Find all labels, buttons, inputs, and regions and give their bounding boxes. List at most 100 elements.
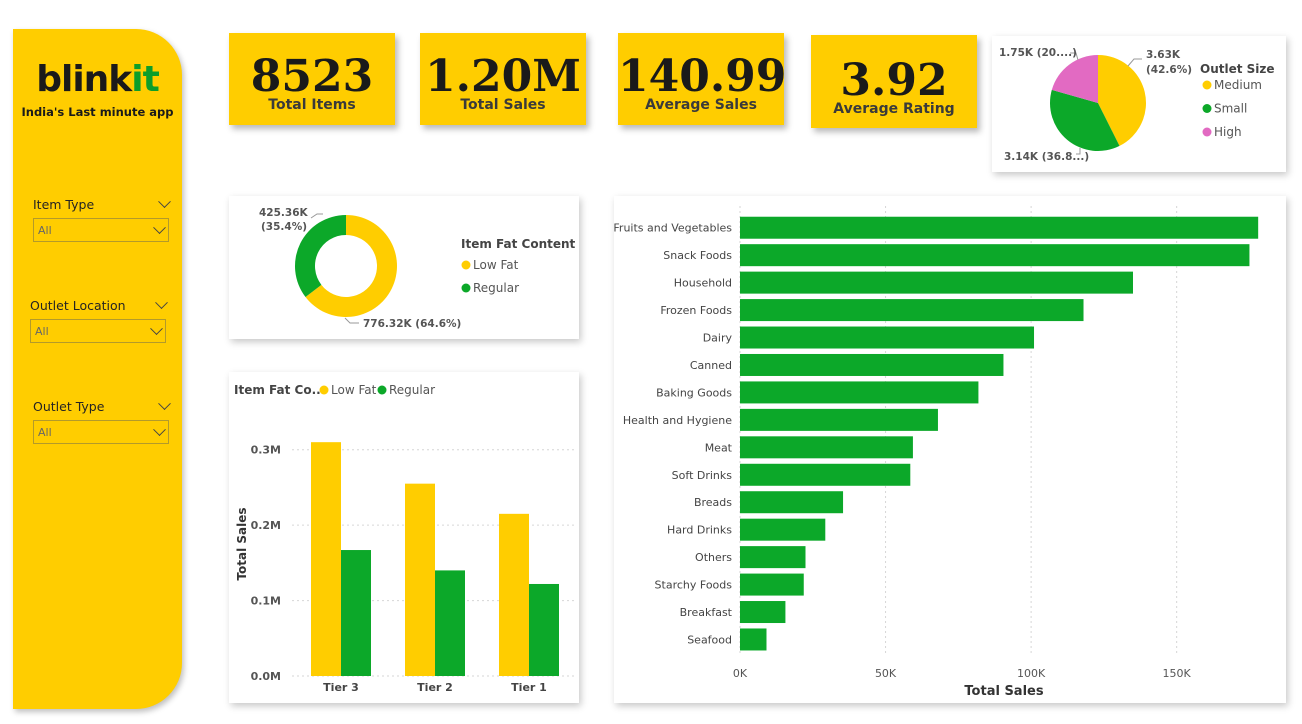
chevron-down-icon xyxy=(150,321,163,335)
item-type-bar-chart[interactable]: 0K 50K 100K 150K Total Sales Fruits and Veget… xyxy=(613,196,1286,703)
data-label-small: 3.14K (36.8...) xyxy=(1004,151,1089,163)
legend-item-low-fat[interactable]: Low Fat xyxy=(331,383,377,397)
y-tick-label: Dairy xyxy=(703,332,733,345)
chevron-down-icon xyxy=(153,220,166,234)
blinkit-logo: blinkit xyxy=(13,59,182,100)
outlet-location-slicer-header[interactable]: Outlet Location xyxy=(30,296,168,313)
bar-fruits-and-vegetables[interactable] xyxy=(740,216,1259,239)
bar-health-and-hygiene[interactable] xyxy=(740,408,938,431)
legend-title: Item Fat Content xyxy=(461,237,576,251)
legend-marker xyxy=(461,260,471,270)
kpi-value: 1.20M xyxy=(425,51,581,102)
legend-title: Item Fat Co... xyxy=(234,383,325,397)
bar-frozen-foods[interactable] xyxy=(740,299,1084,322)
item-type-dropdown[interactable]: All xyxy=(33,218,169,242)
chevron-down-icon[interactable] xyxy=(155,296,168,310)
legend-marker xyxy=(1202,127,1212,137)
x-tick-label: 0K xyxy=(733,667,748,680)
x-tick-label: 100K xyxy=(1017,667,1046,680)
data-label-medium-pct: (42.6%) xyxy=(1146,64,1192,76)
bar-canned[interactable] xyxy=(740,353,1004,376)
bar-tier-1-low-fat[interactable] xyxy=(499,513,529,676)
bar-soft-drinks[interactable] xyxy=(740,463,911,486)
fat-content-donut-card: 425.36K (35.4%) 776.32K (64.6%) Item Fat Co… xyxy=(229,196,579,339)
bar-household[interactable] xyxy=(740,271,1133,294)
y-tick-label: Health and Hygiene xyxy=(623,414,732,427)
outlet-location-slicer: Outlet Location All xyxy=(30,296,168,343)
chevron-down-icon[interactable] xyxy=(158,397,171,411)
legend-marker xyxy=(1202,104,1212,113)
item-type-label: Item Type xyxy=(33,197,95,212)
kpi-average-sales: 140.99 Average Sales xyxy=(618,33,784,125)
outlet-type-slicer-header[interactable]: Outlet Type xyxy=(33,397,171,414)
bar-tier-3-low-fat[interactable] xyxy=(311,442,341,676)
item-type-slicer: Item Type All xyxy=(33,195,171,242)
legend-item-low-fat[interactable]: Low Fat xyxy=(473,258,519,272)
bar-seafood[interactable] xyxy=(740,628,767,651)
legend-marker xyxy=(319,385,329,395)
outlet-location-dropdown[interactable]: All xyxy=(30,319,166,343)
y-tick-label: Snack Foods xyxy=(663,249,732,262)
bar-breads[interactable] xyxy=(740,491,844,514)
tier-bar-chart[interactable]: Item Fat Co... Low Fat Regular 0.0M 0.1M 0.2M… xyxy=(229,372,579,703)
bar-snack-foods[interactable] xyxy=(740,244,1250,267)
kpi-average-rating: 3.92 Average Rating xyxy=(811,35,977,128)
y-tick-label: Soft Drinks xyxy=(672,469,733,482)
y-axis-title: Total Sales xyxy=(235,507,249,580)
legend-title: Outlet Size xyxy=(1200,62,1275,76)
bar-starchy-foods[interactable] xyxy=(740,573,804,596)
x-axis-title: Total Sales xyxy=(964,684,1043,699)
fat-content-donut-chart[interactable]: 425.36K (35.4%) 776.32K (64.6%) Item Fat Co… xyxy=(229,196,579,339)
bar-others[interactable] xyxy=(740,546,806,569)
bar-tier-1-regular[interactable] xyxy=(529,583,559,676)
bar-baking-goods[interactable] xyxy=(740,381,979,404)
y-tick-label: Household xyxy=(674,277,732,290)
legend-item-medium[interactable]: Medium xyxy=(1214,78,1262,92)
y-tick-label: Breakfast xyxy=(680,606,733,619)
leader-line xyxy=(344,317,359,324)
item-type-bar-card: 0K 50K 100K 150K Total Sales Fruits and Veget… xyxy=(613,196,1286,703)
y-tick-label: Hard Drinks xyxy=(667,524,732,537)
legend-item-high[interactable]: High xyxy=(1214,125,1242,139)
y-tick-label: Baking Goods xyxy=(656,386,732,399)
x-tick-label: 150K xyxy=(1163,667,1192,680)
outlet-size-pie-card: 3.63K (42.6%) 1.75K (20....) 3.14K (36.8...… xyxy=(992,36,1286,172)
x-tick-label: Tier 3 xyxy=(323,681,359,694)
y-tick-label: Seafood xyxy=(687,633,732,646)
bar-hard-drinks[interactable] xyxy=(740,518,826,541)
x-tick-label: Tier 2 xyxy=(417,681,453,694)
y-tick-label: Fruits and Vegetables xyxy=(614,222,732,235)
data-label-low-fat: 776.32K (64.6%) xyxy=(363,318,461,330)
outlet-size-pie-chart[interactable]: 3.63K (42.6%) 1.75K (20....) 3.14K (36.8...… xyxy=(992,36,1286,172)
legend-item-regular[interactable]: Regular xyxy=(473,281,519,295)
chevron-down-icon[interactable] xyxy=(158,195,171,209)
x-tick-label: Tier 1 xyxy=(511,681,547,694)
logo-text-accent: it xyxy=(131,59,160,100)
legend-item-small[interactable]: Small xyxy=(1214,102,1247,116)
bar-dairy[interactable] xyxy=(740,326,1035,349)
data-label-regular-pct: (35.4%) xyxy=(261,221,307,233)
legend-marker xyxy=(1202,80,1212,90)
logo-text-main: blink xyxy=(36,59,132,100)
chevron-down-icon xyxy=(153,422,166,436)
item-type-slicer-header[interactable]: Item Type xyxy=(33,195,171,212)
kpi-value: 8523 xyxy=(250,51,374,102)
x-tick-label: 50K xyxy=(875,667,897,680)
kpi-value: 140.99 xyxy=(618,51,784,102)
bar-breakfast[interactable] xyxy=(740,601,786,624)
bar-meat[interactable] xyxy=(740,436,913,459)
bar-tier-2-regular[interactable] xyxy=(435,570,465,676)
sidebar: blinkit India's Last minute app Item Typ… xyxy=(13,29,182,709)
kpi-total-sales: 1.20M Total Sales xyxy=(420,33,586,125)
legend-marker xyxy=(377,385,387,395)
outlet-type-slicer: Outlet Type All xyxy=(33,397,171,444)
data-label-medium: 3.63K xyxy=(1146,49,1181,61)
kpi-total-items: 8523 Total Items xyxy=(229,33,395,125)
y-tick-label: 0.0M xyxy=(251,670,281,683)
bar-tier-3-regular[interactable] xyxy=(341,550,371,676)
data-label-regular: 425.36K xyxy=(259,207,309,219)
bar-tier-2-low-fat[interactable] xyxy=(405,483,435,676)
outlet-type-dropdown[interactable]: All xyxy=(33,420,169,444)
legend-item-regular[interactable]: Regular xyxy=(389,383,435,397)
tier-bar-card: Item Fat Co... Low Fat Regular 0.0M 0.1M 0.2M… xyxy=(229,372,579,703)
